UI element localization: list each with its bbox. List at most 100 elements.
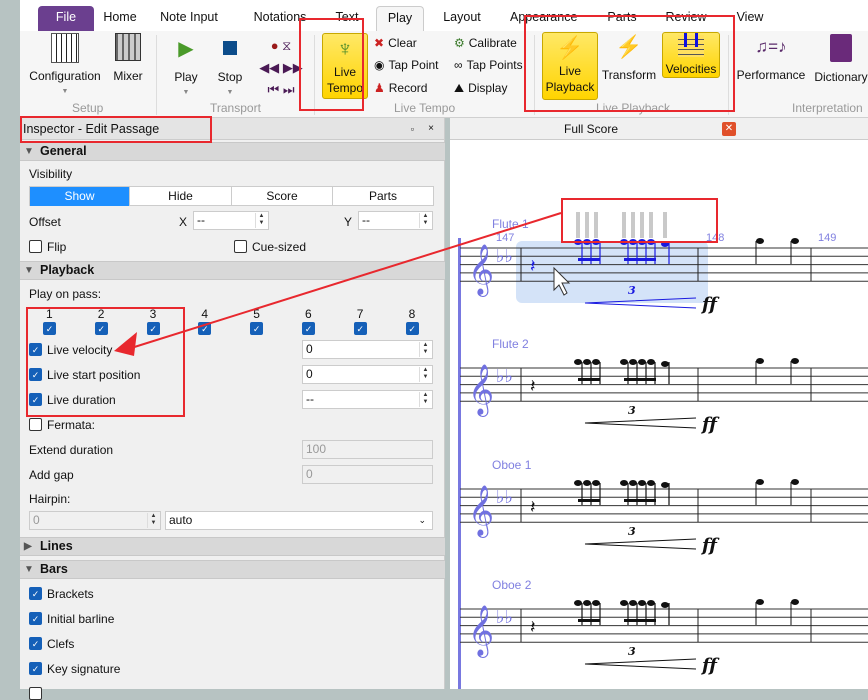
hairpin-mode-select[interactable]: auto ⌄ (165, 511, 433, 530)
close-score-icon[interactable]: ✕ (722, 122, 736, 136)
spinner-arrows-icon[interactable]: ▲ ▼ (255, 213, 267, 228)
bars-option-label: Clefs (47, 637, 75, 651)
ribbon: Configuration ▼ Mixer Setup ▶ Play ▼ Stop ▼… (20, 31, 868, 118)
transform-button[interactable]: ⚡ Transform (600, 32, 658, 83)
bars-option-label: Brackets (47, 587, 94, 601)
tab-view[interactable]: View (732, 6, 768, 31)
rest: 𝄽 (530, 497, 536, 518)
score-panel: Full Score ✕ Flute 1 𝄞 ♭♭ 𝄽 3 ff Flute 2 𝄞 ♭♭ 𝄽 3 f… (450, 118, 868, 689)
key-signature: ♭♭ (496, 366, 513, 387)
pass-number: 5 (253, 307, 260, 321)
go-to-end-icon[interactable]: ⏭ (283, 82, 295, 97)
live-start-position-checkbox[interactable]: ✓ (29, 368, 42, 381)
bars-option-checkbox[interactable]: ✓ (29, 662, 42, 675)
tap-point-button[interactable]: ◉ Tap Point (374, 56, 439, 74)
live-velocity-input[interactable]: 0 ▲ ▼ (302, 340, 433, 359)
pass-1-checkbox[interactable]: ✓ (43, 322, 56, 335)
tab-review[interactable]: Review (664, 6, 708, 31)
cue-sized-checkbox[interactable] (234, 240, 247, 253)
ribbon-tabs: File Home Note Input Notations Text Play… (20, 0, 868, 31)
note-head (574, 359, 582, 365)
pass-4-checkbox[interactable]: ✓ (198, 322, 212, 335)
pass-2-checkbox[interactable]: ✓ (94, 322, 108, 335)
add-gap-input[interactable]: 0 (302, 465, 433, 484)
segment-hide[interactable]: Hide (130, 187, 232, 206)
score-canvas[interactable]: Flute 1𝄞 ♭♭ 𝄽3ffFlute 2𝄞 ♭♭ 𝄽3ffOboe 1𝄞 ♭♭ 𝄽3f… (450, 140, 868, 689)
calibrate-button[interactable]: ⚙ Calibrate (454, 34, 517, 52)
tap-points-button[interactable]: ∞ Tap Points (454, 56, 523, 74)
note-head (661, 602, 669, 608)
display-button[interactable]: ⛰ Display (454, 79, 507, 97)
mixer-button[interactable]: Mixer (108, 33, 148, 84)
offset-x-label: X (179, 215, 188, 229)
metronome-icon[interactable]: ⧖ (282, 38, 291, 53)
hairpin-value-input[interactable]: 0 ▲ ▼ (29, 511, 161, 530)
dynamic-marking: ff (700, 294, 720, 315)
segment-parts[interactable]: Parts (333, 187, 433, 206)
live-velocity-checkbox[interactable]: ✓ (29, 343, 42, 356)
section-general[interactable]: ▼ General (20, 142, 445, 161)
spinner-arrows-icon[interactable]: ▲ ▼ (419, 367, 431, 382)
dictionary-button[interactable]: Dictionary (810, 32, 868, 85)
spinner-arrows-icon[interactable]: ▲ ▼ (419, 342, 431, 357)
group-label-live-playback: Live Playback (596, 101, 671, 115)
spinner-arrows-icon[interactable]: ▲ ▼ (147, 513, 159, 528)
go-to-start-icon[interactable]: ⏮ (267, 82, 279, 97)
live-duration-input[interactable]: -- ▲ ▼ (302, 390, 433, 409)
extend-duration-input[interactable]: 100 (302, 440, 433, 459)
tab-home[interactable]: Home (92, 6, 148, 31)
record-icon[interactable]: ● (271, 38, 279, 53)
tab-parts[interactable]: Parts (604, 6, 640, 31)
pass-5-checkbox[interactable]: ✓ (250, 322, 264, 335)
section-playback[interactable]: ▼ Playback (20, 261, 445, 280)
float-icon[interactable]: ▫ (411, 118, 414, 140)
play-button[interactable]: ▶ Play ▼ (168, 37, 204, 101)
beam (578, 619, 600, 622)
tab-full-score[interactable]: Full Score (564, 122, 618, 136)
offset-y-input[interactable]: -- ▲ ▼ (358, 211, 433, 230)
bars-option-checkbox[interactable]: ✓ (29, 612, 42, 625)
pass-3-checkbox[interactable]: ✓ (146, 322, 160, 335)
pass-8-checkbox[interactable]: ✓ (405, 322, 419, 335)
offset-x-input[interactable]: -- ▲ ▼ (193, 211, 269, 230)
tap-point-icon: ◉ (374, 58, 385, 72)
live-duration-checkbox[interactable]: ✓ (29, 393, 42, 406)
tab-notations[interactable]: Notations (244, 6, 316, 31)
segment-show[interactable]: Show (30, 187, 130, 206)
close-icon[interactable]: × (428, 118, 434, 140)
live-playback-button[interactable]: ⚡ Live Playback (542, 32, 598, 100)
configuration-button[interactable]: Configuration ▼ (26, 33, 104, 100)
fermata-checkbox[interactable] (29, 418, 42, 431)
spinner-arrows-icon[interactable]: ▲ ▼ (419, 392, 431, 407)
record-button[interactable]: ♟ Record (374, 79, 427, 97)
velocities-button[interactable]: Velocities (662, 32, 720, 78)
tab-play[interactable]: Play (376, 6, 424, 31)
flip-checkbox[interactable] (29, 240, 42, 253)
fast-forward-icon[interactable]: ▶▶ (283, 60, 303, 75)
live-tempo-button[interactable]: ♆ Live Tempo (322, 33, 368, 99)
live-velocity-label: Live velocity (47, 343, 113, 357)
tab-file[interactable]: File (38, 6, 94, 31)
clear-button[interactable]: ✖ Clear (374, 34, 417, 52)
rest: 𝄽 (530, 617, 536, 638)
section-lines[interactable]: ▶ Lines (20, 537, 445, 556)
pass-6-checkbox[interactable]: ✓ (302, 322, 315, 335)
live-start-position-input[interactable]: 0 ▲ ▼ (302, 365, 433, 384)
spinner-arrows-icon[interactable]: ▲ ▼ (419, 213, 431, 228)
note-head (574, 600, 582, 606)
section-bars[interactable]: ▼ Bars (20, 560, 445, 579)
tab-appearance[interactable]: Appearance (510, 6, 577, 31)
tab-note-input[interactable]: Note Input (152, 6, 226, 31)
rewind-icon[interactable]: ◀◀ (259, 60, 279, 75)
segment-score[interactable]: Score (232, 187, 333, 206)
conductor-icon: ♆ (336, 36, 354, 61)
tab-text[interactable]: Text (328, 6, 366, 31)
pass-7-checkbox[interactable]: ✓ (353, 322, 367, 335)
stop-button[interactable]: Stop ▼ (212, 37, 248, 101)
calibrate-icon: ⚙ (454, 36, 465, 50)
tab-layout[interactable]: Layout (438, 6, 486, 31)
performance-button[interactable]: ♫=♪ Performance (736, 32, 806, 83)
bars-option-checkbox[interactable]: ✓ (29, 637, 42, 650)
tap-points-icon: ∞ (454, 58, 463, 72)
bars-option-checkbox[interactable]: ✓ (29, 587, 42, 600)
